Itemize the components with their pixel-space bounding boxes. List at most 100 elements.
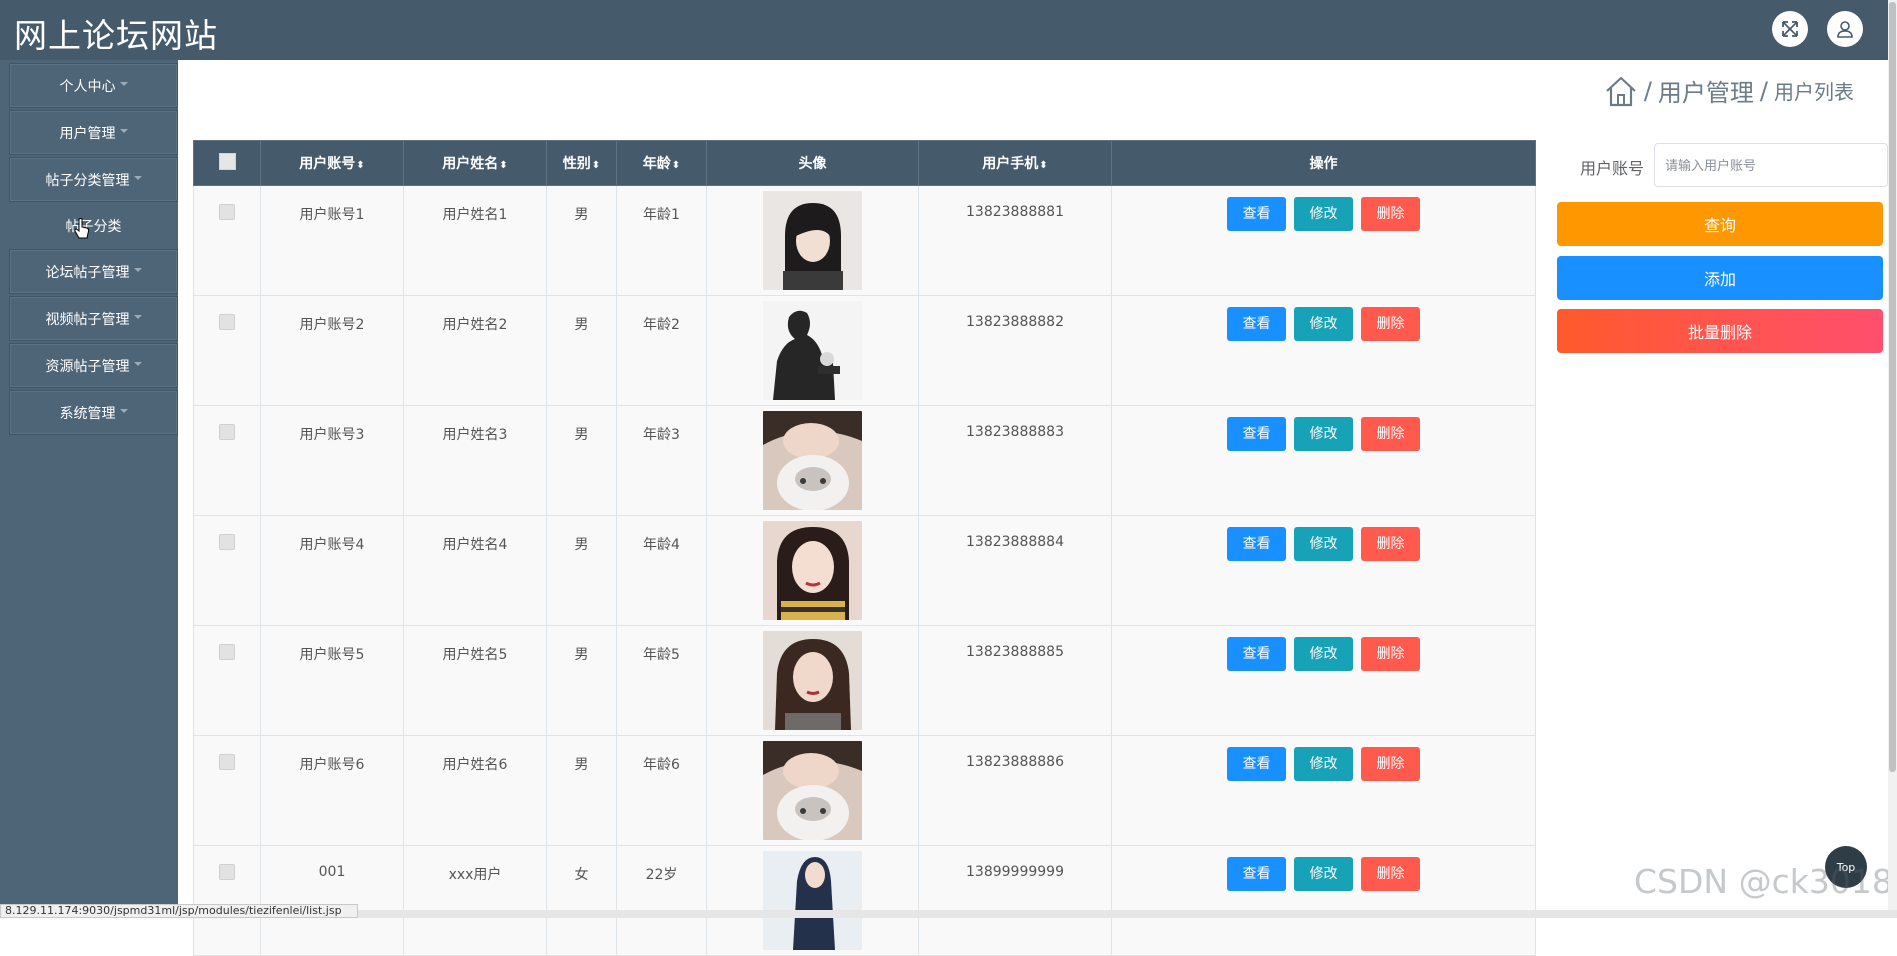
chevron-down-icon [133, 267, 142, 272]
user-table: 用户账号⬍ 用户姓名⬍ 性别⬍ 年龄⬍ 头像 用户手机⬍ 操作 用户账号1 用户… [193, 140, 1536, 956]
query-button[interactable]: 查询 [1557, 202, 1883, 246]
row-checkbox[interactable] [219, 534, 235, 550]
chevron-down-icon [119, 81, 128, 86]
table-row: 用户账号2 用户姓名2 男 年龄2 13823888882 查看 修改 删除 [193, 295, 1536, 406]
column-header-account[interactable]: 用户账号⬍ [260, 140, 404, 186]
edit-button[interactable]: 修改 [1294, 307, 1353, 341]
chevron-down-icon [133, 361, 142, 366]
user-button[interactable] [1827, 11, 1863, 47]
table-row: 用户账号1 用户姓名1 男 年龄1 13823888881 查看 修改 删除 [193, 185, 1536, 296]
search-input[interactable] [1654, 143, 1888, 187]
view-button[interactable]: 查看 [1227, 637, 1286, 671]
view-button[interactable]: 查看 [1227, 857, 1286, 891]
edit-button[interactable]: 修改 [1294, 197, 1353, 231]
cell-name: 用户姓名2 [403, 295, 547, 406]
delete-button[interactable]: 删除 [1361, 857, 1420, 891]
sidebar-subitem-post-category[interactable]: 帖子分类 [9, 203, 178, 248]
cell-avatar [706, 515, 919, 626]
cell-age: 年龄6 [616, 735, 707, 846]
edit-button[interactable]: 修改 [1294, 527, 1353, 561]
row-checkbox[interactable] [219, 864, 235, 880]
table-row: 用户账号3 用户姓名3 男 年龄3 13823888883 查看 修改 删除 [193, 405, 1536, 516]
chevron-down-icon [133, 314, 142, 319]
row-checkbox[interactable] [219, 754, 235, 770]
cell-phone: 13899999999 [918, 845, 1112, 956]
column-header-gender[interactable]: 性别⬍ [546, 140, 617, 186]
chevron-down-icon [133, 175, 142, 180]
delete-button[interactable]: 删除 [1361, 527, 1420, 561]
sidebar-item-video-post-management[interactable]: 视频帖子管理 [9, 296, 178, 341]
sort-icon: ⬍ [671, 160, 681, 171]
cell-account: 用户账号1 [260, 185, 404, 296]
view-button[interactable]: 查看 [1227, 307, 1286, 341]
cell-phone: 13823888883 [918, 405, 1112, 516]
avatar [763, 851, 862, 950]
table-row: 用户账号6 用户姓名6 男 年龄6 13823888886 查看 修改 删除 [193, 735, 1536, 846]
app-title: 网上论坛网站 [14, 16, 218, 55]
edit-button[interactable]: 修改 [1294, 857, 1353, 891]
column-header-age[interactable]: 年龄⬍ [616, 140, 707, 186]
chevron-down-icon [119, 128, 128, 133]
cell-account: 用户账号4 [260, 515, 404, 626]
row-select-cell [193, 405, 261, 516]
sidebar-item-resource-post-management[interactable]: 资源帖子管理 [9, 343, 178, 388]
delete-button[interactable]: 删除 [1361, 197, 1420, 231]
view-button[interactable]: 查看 [1227, 197, 1286, 231]
cell-avatar [706, 295, 919, 406]
sidebar: 个人中心 用户管理 帖子分类管理 帖子分类 论坛帖子管理 视频帖子管理 资源帖子… [0, 60, 178, 908]
edit-button[interactable]: 修改 [1294, 747, 1353, 781]
view-button[interactable]: 查看 [1227, 747, 1286, 781]
cell-phone: 13823888884 [918, 515, 1112, 626]
delete-button[interactable]: 删除 [1361, 637, 1420, 671]
cell-name: 用户姓名5 [403, 625, 547, 736]
cell-name: 用户姓名4 [403, 515, 547, 626]
row-checkbox[interactable] [219, 204, 235, 220]
cell-name: 用户姓名3 [403, 405, 547, 516]
row-select-cell [193, 295, 261, 406]
cell-actions: 查看 修改 删除 [1111, 625, 1536, 736]
horizontal-scrollbar[interactable] [358, 910, 1897, 918]
cell-avatar [706, 845, 919, 956]
edit-button[interactable]: 修改 [1294, 637, 1353, 671]
row-checkbox[interactable] [219, 314, 235, 330]
sidebar-item-post-category-management[interactable]: 帖子分类管理 [9, 157, 178, 202]
edit-button[interactable]: 修改 [1294, 417, 1353, 451]
cell-actions: 查看 修改 删除 [1111, 295, 1536, 406]
sort-icon: ⬍ [1039, 160, 1048, 171]
avatar [763, 631, 862, 730]
table-header-row: 用户账号⬍ 用户姓名⬍ 性别⬍ 年龄⬍ 头像 用户手机⬍ 操作 [193, 140, 1536, 186]
select-all-checkbox[interactable] [218, 152, 236, 170]
cell-age: 年龄1 [616, 185, 707, 296]
delete-button[interactable]: 删除 [1361, 417, 1420, 451]
vertical-scrollbar-thumb[interactable] [1889, 2, 1896, 772]
column-header-name[interactable]: 用户姓名⬍ [403, 140, 547, 186]
breadcrumb-level1[interactable]: 用户管理 [1658, 73, 1754, 108]
home-icon[interactable] [1604, 74, 1638, 108]
sidebar-item-forum-post-management[interactable]: 论坛帖子管理 [9, 249, 178, 294]
column-header-phone[interactable]: 用户手机⬍ [918, 140, 1112, 186]
sidebar-item-system-management[interactable]: 系统管理 [9, 390, 178, 435]
cell-avatar [706, 625, 919, 736]
view-button[interactable]: 查看 [1227, 417, 1286, 451]
cell-gender: 男 [546, 405, 617, 516]
add-button[interactable]: 添加 [1557, 256, 1883, 300]
top-header: 网上论坛网站 [0, 0, 1888, 60]
delete-button[interactable]: 删除 [1361, 307, 1420, 341]
delete-button[interactable]: 删除 [1361, 747, 1420, 781]
fullscreen-button[interactable] [1772, 11, 1808, 47]
sidebar-item-user-management[interactable]: 用户管理 [9, 110, 178, 155]
sidebar-item-label: 用户管理 [59, 125, 116, 142]
view-button[interactable]: 查看 [1227, 527, 1286, 561]
avatar [763, 191, 862, 290]
sidebar-item-label: 帖子分类管理 [45, 172, 130, 189]
avatar [763, 521, 862, 620]
cell-account: 用户账号3 [260, 405, 404, 516]
cell-account: 用户账号5 [260, 625, 404, 736]
sidebar-item-personal-center[interactable]: 个人中心 [9, 63, 178, 108]
batch-delete-button[interactable]: 批量删除 [1557, 309, 1883, 353]
row-checkbox[interactable] [219, 424, 235, 440]
breadcrumb-level2: 用户列表 [1774, 80, 1854, 104]
row-checkbox[interactable] [219, 644, 235, 660]
sidebar-item-label: 系统管理 [59, 405, 116, 422]
sidebar-item-label: 论坛帖子管理 [45, 264, 130, 281]
